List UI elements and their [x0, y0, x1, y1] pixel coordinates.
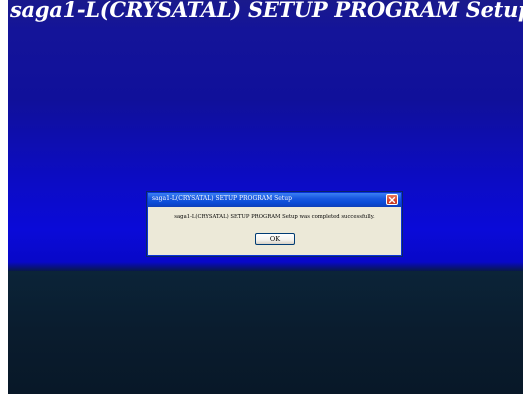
completion-dialog: saga1-L(CRYSATAL) SETUP PROGRAM Setup sa…: [147, 192, 402, 256]
dialog-title: saga1-L(CRYSATAL) SETUP PROGRAM Setup: [152, 195, 292, 202]
screen: saga1-L(CRYSATAL) SETUP PROGRAM Setup sa…: [0, 0, 523, 394]
installer-title: saga1-L(CRYSATAL) SETUP PROGRAM Setup: [10, 0, 523, 22]
close-icon: [388, 196, 396, 203]
close-button[interactable]: [386, 194, 398, 205]
dialog-message: saga1-L(CRYSATAL) SETUP PROGRAM Setup wa…: [174, 214, 375, 220]
installer-backdrop-lower: [8, 271, 523, 394]
ok-button[interactable]: OK: [255, 233, 295, 245]
dialog-titlebar[interactable]: saga1-L(CRYSATAL) SETUP PROGRAM Setup: [148, 193, 401, 207]
